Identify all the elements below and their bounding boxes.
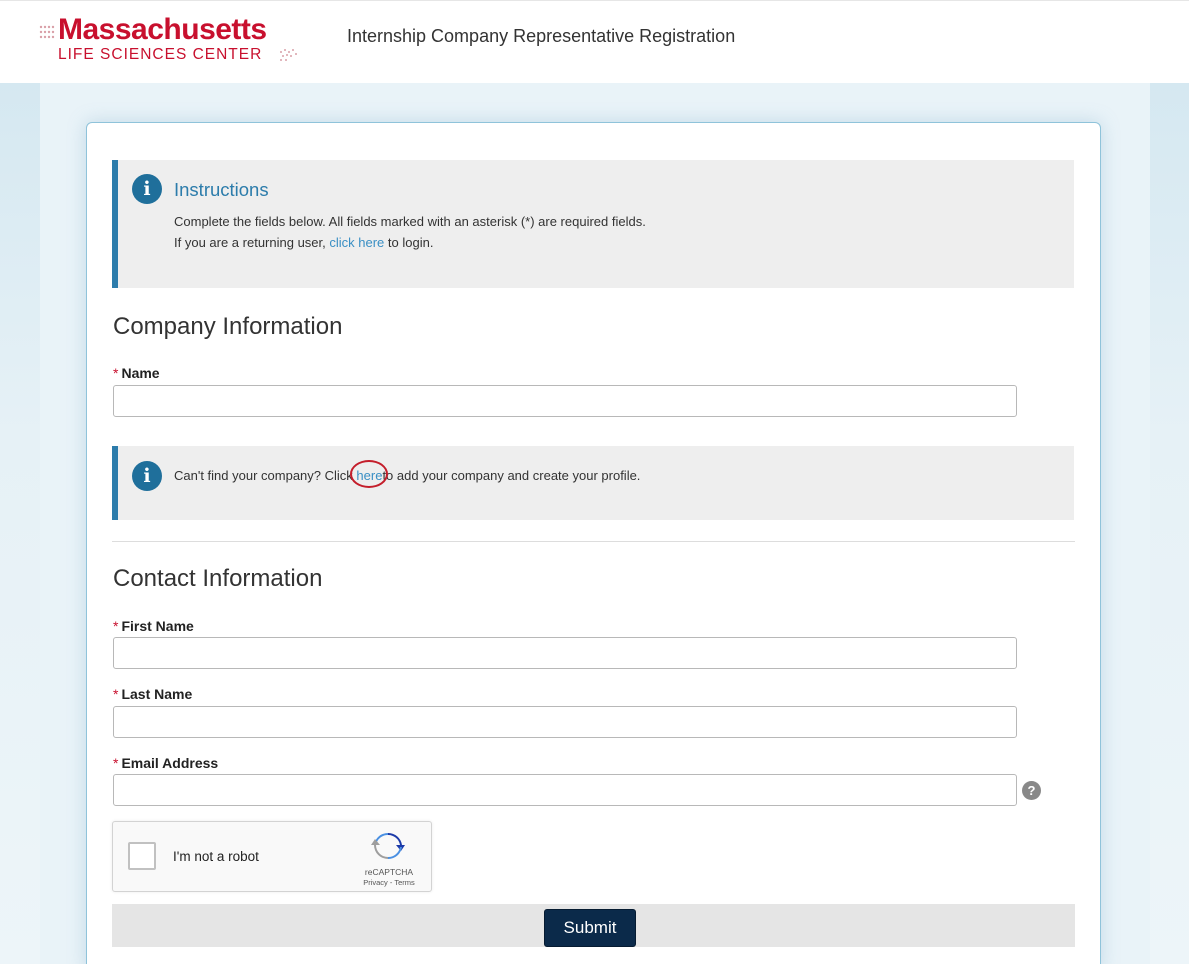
contact-section-heading: Contact Information xyxy=(113,565,323,592)
logo-dots-left-icon xyxy=(39,25,55,39)
instructions-callout: i Instructions Complete the fields below… xyxy=(112,160,1074,288)
mlsc-logo[interactable]: Massachusetts LIFE SCIENCES CENTER xyxy=(38,13,318,73)
add-company-link-wrap[interactable]: here xyxy=(350,460,389,488)
email-input[interactable] xyxy=(113,774,1017,806)
submit-button[interactable]: Submit xyxy=(544,909,636,947)
returning-user-suffix: to login. xyxy=(384,235,434,250)
recaptcha-widget: I'm not a robot reCAPTCHA Privacy - Term… xyxy=(112,821,432,892)
login-link[interactable]: click here xyxy=(329,235,384,250)
required-marker: * xyxy=(113,365,119,381)
last-name-label: * Last Name xyxy=(113,686,192,702)
logo-sub-text: LIFE SCIENCES CENTER xyxy=(58,46,263,63)
required-marker: * xyxy=(113,686,119,702)
recaptcha-label: I'm not a robot xyxy=(173,849,259,864)
help-icon[interactable]: ? xyxy=(1022,781,1041,800)
required-marker: * xyxy=(113,618,119,634)
first-name-label: * First Name xyxy=(113,618,194,634)
logo-dots-right-icon xyxy=(280,49,297,61)
top-header: Massachusetts LIFE SCIENCES CENTER Inter… xyxy=(0,0,1189,83)
logo-main-text: Massachusetts xyxy=(58,13,267,46)
last-name-input[interactable] xyxy=(113,706,1017,738)
company-not-found-callout: i Can't find your company? Click hereto … xyxy=(112,446,1074,520)
info-icon: i xyxy=(132,461,162,491)
company-not-found-text: Can't find your company? Click hereto ad… xyxy=(174,460,641,488)
returning-user-prefix: If you are a returning user, xyxy=(174,235,330,250)
info-icon: i xyxy=(132,174,162,204)
recaptcha-logo-icon xyxy=(371,832,405,860)
email-label: * Email Address xyxy=(113,755,218,771)
company-section-heading: Company Information xyxy=(113,313,343,340)
company-name-label: * Name xyxy=(113,365,160,381)
company-notice-prefix: Can't find your company? Click xyxy=(174,468,357,483)
recaptcha-brand: reCAPTCHA xyxy=(364,867,414,877)
company-name-label-text: Name xyxy=(121,365,160,381)
required-marker: * xyxy=(113,755,119,771)
company-notice-suffix: to add your company and create your prof… xyxy=(382,468,641,483)
last-name-label-text: Last Name xyxy=(121,686,193,702)
instructions-title: Instructions xyxy=(174,179,269,200)
section-divider xyxy=(112,541,1075,542)
first-name-input[interactable] xyxy=(113,637,1017,669)
company-name-input[interactable] xyxy=(113,385,1017,417)
email-label-text: Email Address xyxy=(121,755,219,771)
returning-user-text: If you are a returning user, click here … xyxy=(174,235,433,250)
instructions-text: Complete the fields below. All fields ma… xyxy=(174,214,646,229)
recaptcha-checkbox[interactable] xyxy=(128,842,156,870)
page-title: Internship Company Representative Regist… xyxy=(347,26,736,46)
recaptcha-privacy-terms[interactable]: Privacy - Terms xyxy=(359,878,419,887)
first-name-label-text: First Name xyxy=(121,618,194,634)
red-circle-annotation xyxy=(350,460,389,488)
